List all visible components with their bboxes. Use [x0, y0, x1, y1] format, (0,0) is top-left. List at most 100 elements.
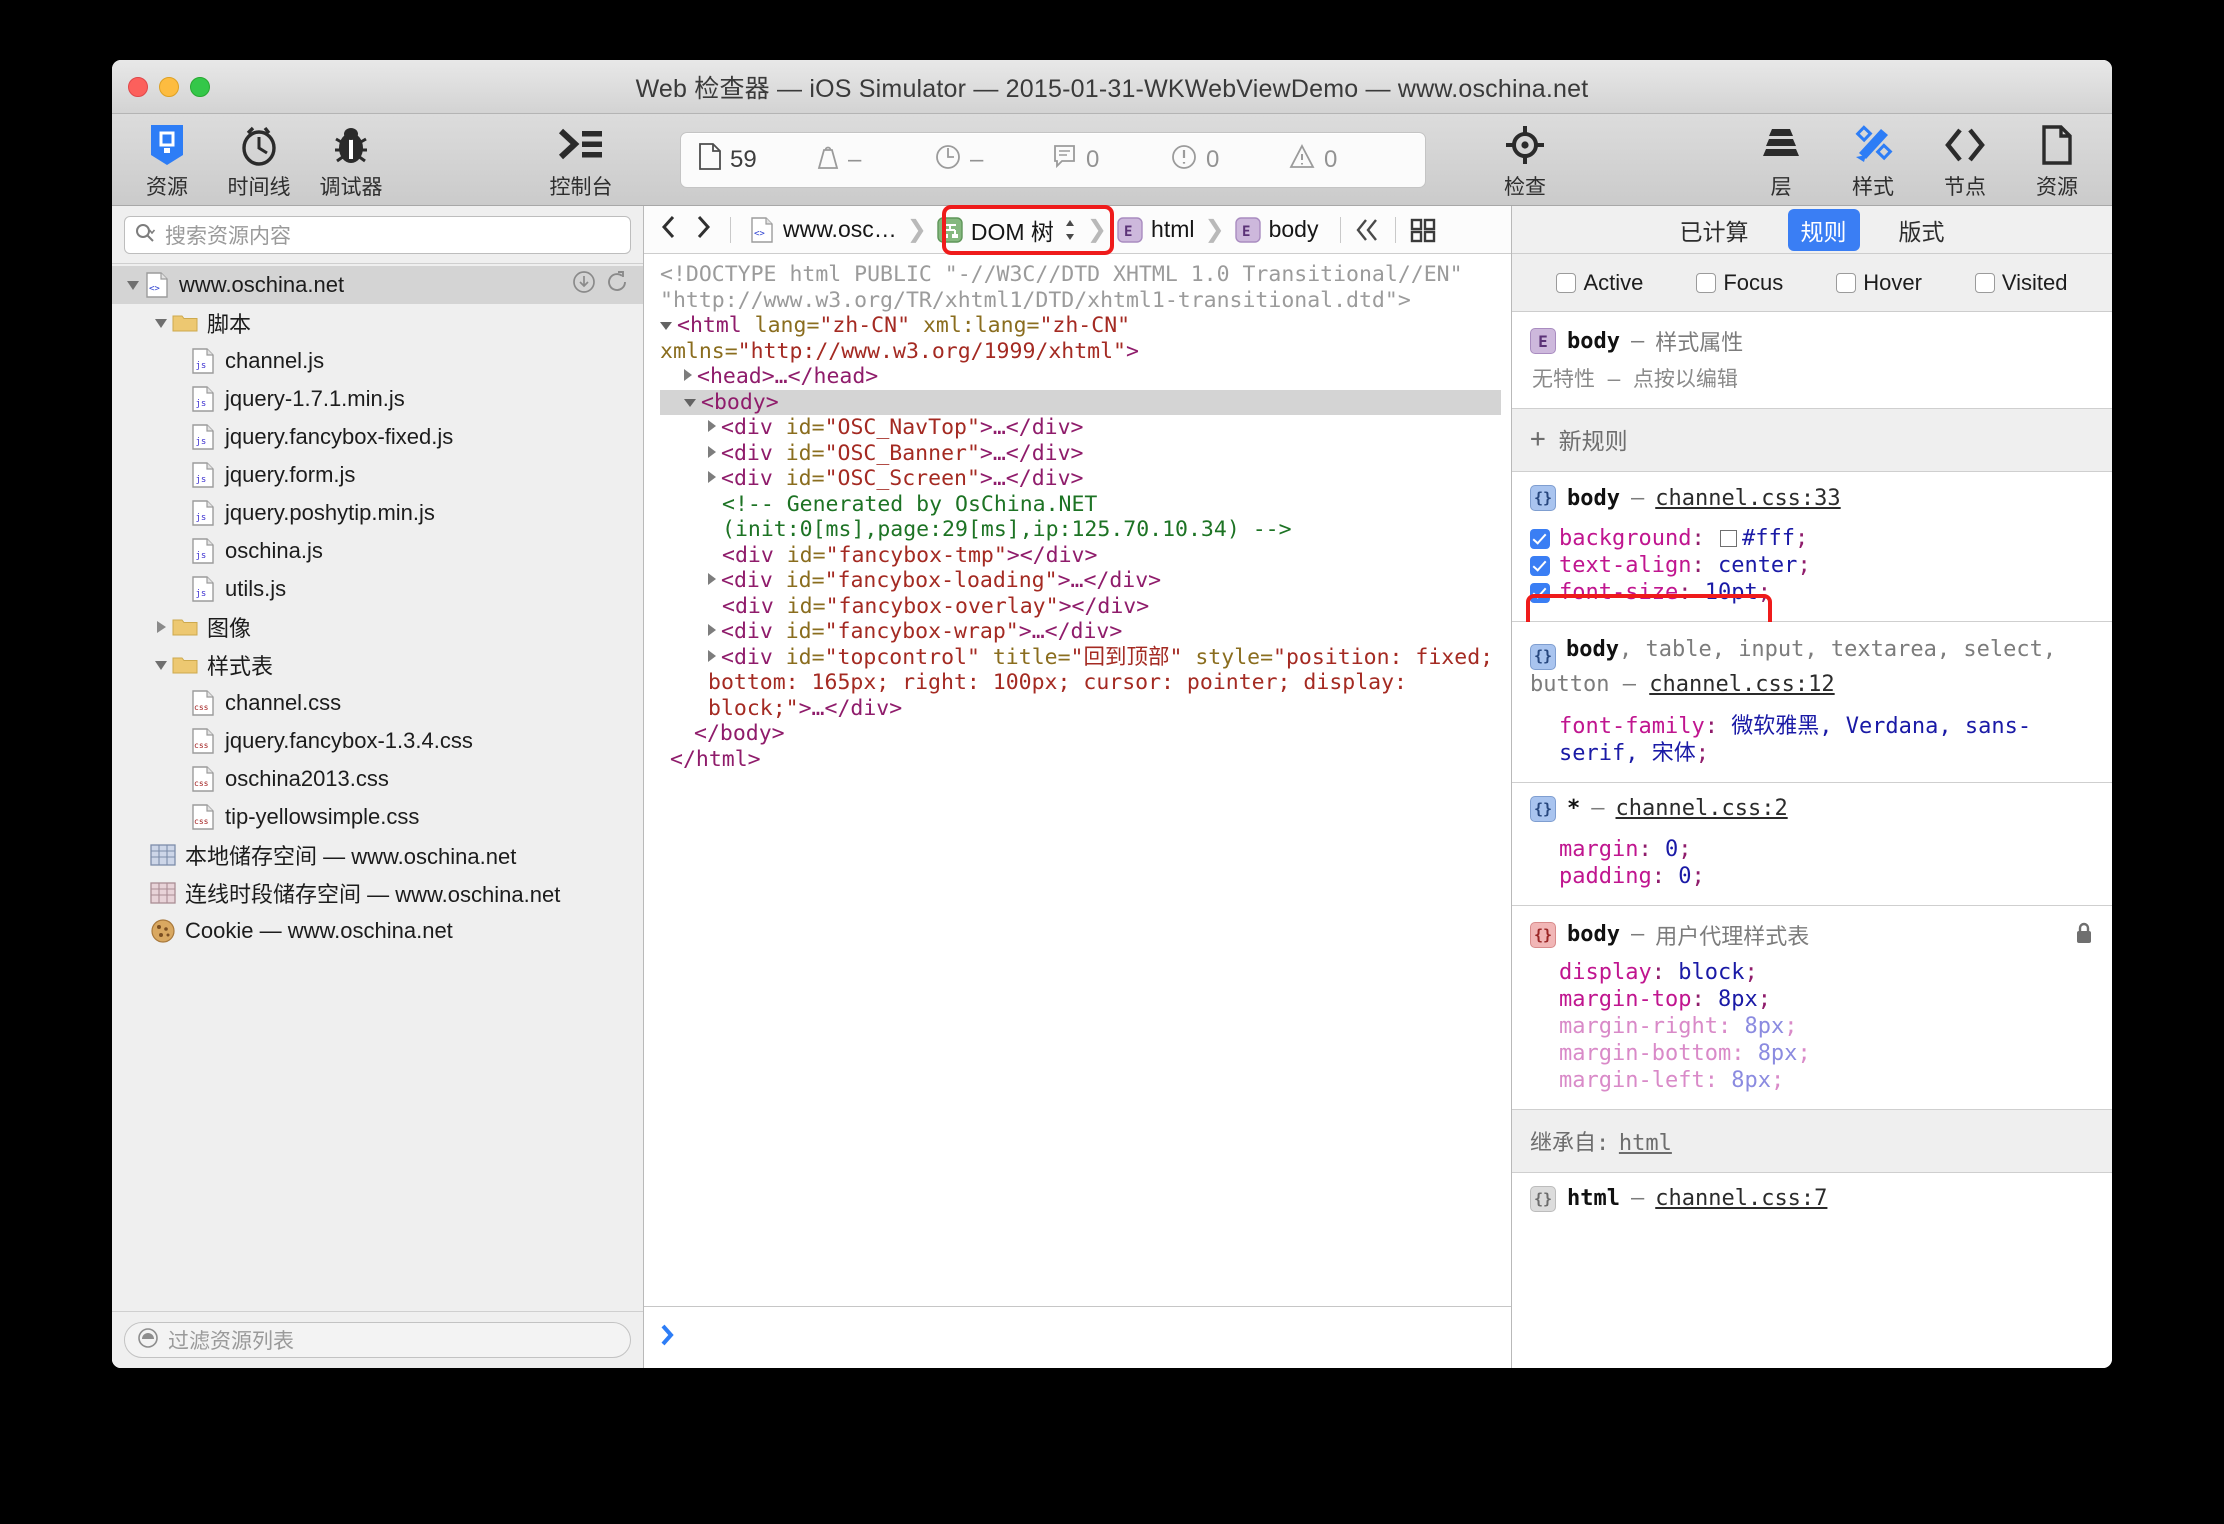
tree-item-jquery-form-js[interactable]: js jquery.form.js [112, 456, 643, 494]
toolbar-tab-layers[interactable]: 层 [1740, 118, 1822, 201]
tree-item-session-storage[interactable]: 连线时段储存空间 — www.oschina.net [112, 874, 643, 912]
twisty-icon[interactable] [708, 624, 716, 636]
checkbox[interactable] [1696, 272, 1717, 293]
toolbar-tab-resources-right[interactable]: 资源 [2016, 118, 2098, 201]
rule-source-link[interactable]: channel.css:7 [1655, 1186, 1827, 1211]
dom-line-div-screen[interactable]: <div id="OSC_Screen">…</div> [660, 466, 1501, 492]
rule-universal-channel-css-2[interactable]: {} * — channel.css:2 margin: 0; padding:… [1512, 782, 2112, 906]
checkbox[interactable] [1556, 272, 1577, 293]
tree-item-poshytip-js[interactable]: js jquery.poshytip.min.js [112, 494, 643, 532]
dom-line-div-banner[interactable]: <div id="OSC_Banner">…</div> [660, 441, 1501, 467]
declaration-display[interactable]: display: block; [1530, 959, 2094, 986]
declaration-checkbox[interactable] [1530, 583, 1550, 603]
tree-item-jquery-min-js[interactable]: js jquery-1.7.1.min.js [112, 380, 643, 418]
pseudo-active[interactable]: Active [1556, 270, 1643, 296]
declaration-margin-left[interactable]: margin-left: 8px; [1530, 1067, 2094, 1094]
tree-item-channel-js[interactable]: js channel.js [112, 342, 643, 380]
breadcrumb-item-dom-tree[interactable]: DOM 树 [929, 207, 1085, 253]
toolbar-tab-nodes[interactable]: 节点 [1924, 118, 2006, 201]
twisty-icon[interactable] [708, 573, 716, 585]
twisty-icon[interactable] [708, 445, 716, 458]
declaration-margin[interactable]: margin: 0; [1530, 836, 2094, 863]
declaration-margin-right[interactable]: margin-right: 8px; [1530, 1013, 2094, 1040]
tree-item-oschina-js[interactable]: js oschina.js [112, 532, 643, 570]
toolbar-tab-console[interactable]: 控制台 [540, 118, 622, 201]
checkbox[interactable] [1836, 272, 1857, 293]
twisty[interactable] [150, 621, 172, 633]
declaration-font-family[interactable]: font-family: 微软雅黑, Verdana, sans-serif, … [1530, 713, 2094, 767]
rule-source-link[interactable]: channel.css:12 [1649, 672, 1834, 697]
toolbar-tab-styles[interactable]: 样式 [1832, 118, 1914, 201]
dom-line-div-fancybox-loading[interactable]: <div id="fancybox-loading">…</div> [660, 568, 1501, 594]
declaration-margin-bottom[interactable]: margin-bottom: 8px; [1530, 1040, 2094, 1067]
status-bar[interactable]: 59 – – 0 0 0 [680, 131, 1426, 188]
rules-list[interactable]: E body — 样式属性 无特性 — 点按以编辑 + 新规则 {} body … [1512, 312, 2112, 1368]
twisty-icon[interactable] [708, 471, 716, 483]
declaration-background[interactable]: background: #fff; [1530, 525, 2094, 552]
declaration-font-size[interactable]: font-size: 10pt; [1530, 579, 2094, 606]
tree-item-fancybox-css[interactable]: css jquery.fancybox-1.3.4.css [112, 722, 643, 760]
rule-source-link[interactable]: channel.css:2 [1616, 796, 1788, 821]
tree-item-utils-js[interactable]: js utils.js [112, 570, 643, 608]
tree-item-channel-css[interactable]: css channel.css [112, 684, 643, 722]
tree-folder-images[interactable]: 图像 [112, 608, 643, 646]
twisty-icon[interactable] [708, 420, 716, 432]
close-button[interactable] [128, 77, 148, 97]
tree-item-tip-yellowsimple-css[interactable]: css tip-yellowsimple.css [112, 798, 643, 836]
filter-input[interactable]: 过滤资源列表 [124, 1322, 631, 1358]
tree-folder-scripts[interactable]: 脚本 [112, 304, 643, 342]
stepper-icon[interactable] [1063, 217, 1077, 243]
nav-forward-button[interactable] [686, 214, 720, 245]
breadcrumb-item-resource[interactable]: <> www.osc… [741, 207, 905, 253]
tree-item-www-oschina-net[interactable]: <> www.oschina.net [112, 266, 643, 304]
declaration-checkbox[interactable] [1530, 529, 1550, 549]
tab-rules[interactable]: 规则 [1787, 208, 1860, 251]
dom-line-body-open[interactable]: <body> [660, 389, 1501, 415]
tree-item-local-storage[interactable]: 本地储存空间 — www.oschina.net [112, 836, 643, 874]
inherit-target-link[interactable]: html [1619, 1131, 1672, 1156]
rule-body-table-input-channel-css-12[interactable]: {} body, table, input, textarea, select, … [1512, 622, 2112, 783]
twisty-icon[interactable] [708, 649, 716, 662]
grid-layout-icon[interactable] [1406, 217, 1440, 243]
nav-back-button[interactable] [652, 214, 686, 245]
rule-html-channel-css-7[interactable]: {} html — channel.css:7 [1512, 1172, 2112, 1227]
toolbar-tab-resources[interactable]: 资源 [126, 118, 208, 201]
toolbar-tab-debugger[interactable]: 调试器 [310, 118, 392, 201]
checkbox[interactable] [1974, 272, 1995, 293]
dom-line-div-topcontrol[interactable]: <div id="topcontrol" title="回到顶部" style=… [660, 645, 1501, 722]
tree-item-oschina2013-css[interactable]: css oschina2013.css [112, 760, 643, 798]
toolbar-tab-inspect[interactable]: 检查 [1484, 118, 1566, 201]
twisty-icon[interactable] [684, 369, 692, 381]
pseudo-hover[interactable]: Hover [1836, 270, 1922, 296]
dom-line-head[interactable]: <head>…</head> [660, 364, 1501, 390]
reload-icon[interactable] [605, 270, 629, 300]
tab-computed[interactable]: 已计算 [1667, 209, 1762, 251]
color-swatch[interactable] [1719, 530, 1737, 547]
rule-body-user-agent[interactable]: {} body — 用户代理样式表 display: block; margin [1512, 905, 2112, 1110]
twisty[interactable] [122, 280, 144, 290]
declaration-checkbox[interactable] [1530, 556, 1550, 576]
breadcrumb-item-html[interactable]: E html [1109, 207, 1202, 253]
zoom-button[interactable] [190, 77, 210, 97]
twisty-icon[interactable] [684, 398, 696, 407]
tree-folder-stylesheets[interactable]: 样式表 [112, 646, 643, 684]
declaration-text-align[interactable]: text-align: center; [1530, 552, 2094, 579]
dom-tree-view[interactable]: <!DOCTYPE html PUBLIC "-//W3C//DTD XHTML… [644, 254, 1511, 1306]
search-input[interactable]: 搜索资源内容 [124, 216, 631, 254]
minimize-button[interactable] [159, 77, 179, 97]
rule-body-channel-css-33[interactable]: {} body — channel.css:33 background: #ff… [1512, 472, 2112, 634]
rule-source-link[interactable]: channel.css:33 [1655, 486, 1840, 511]
rule-style-attribute[interactable]: E body — 样式属性 无特性 — 点按以编辑 [1512, 312, 2112, 409]
new-rule-button[interactable]: + 新规则 [1512, 409, 2112, 472]
toolbar-tab-timeline[interactable]: 时间线 [218, 118, 300, 201]
dom-line-div-navtop[interactable]: <div id="OSC_NavTop">…</div> [660, 415, 1501, 441]
console-prompt[interactable] [644, 1306, 1511, 1368]
dom-line-html-open[interactable]: <html lang="zh-CN" xml:lang="zh-CN" xmln… [660, 313, 1501, 364]
breadcrumb-item-body[interactable]: E body [1227, 207, 1327, 253]
twisty[interactable] [150, 318, 172, 328]
declaration-padding[interactable]: padding: 0; [1530, 863, 2094, 890]
pseudo-focus[interactable]: Focus [1696, 270, 1783, 296]
twisty[interactable] [150, 660, 172, 670]
download-icon[interactable] [572, 270, 596, 300]
declaration-margin-top[interactable]: margin-top: 8px; [1530, 986, 2094, 1013]
